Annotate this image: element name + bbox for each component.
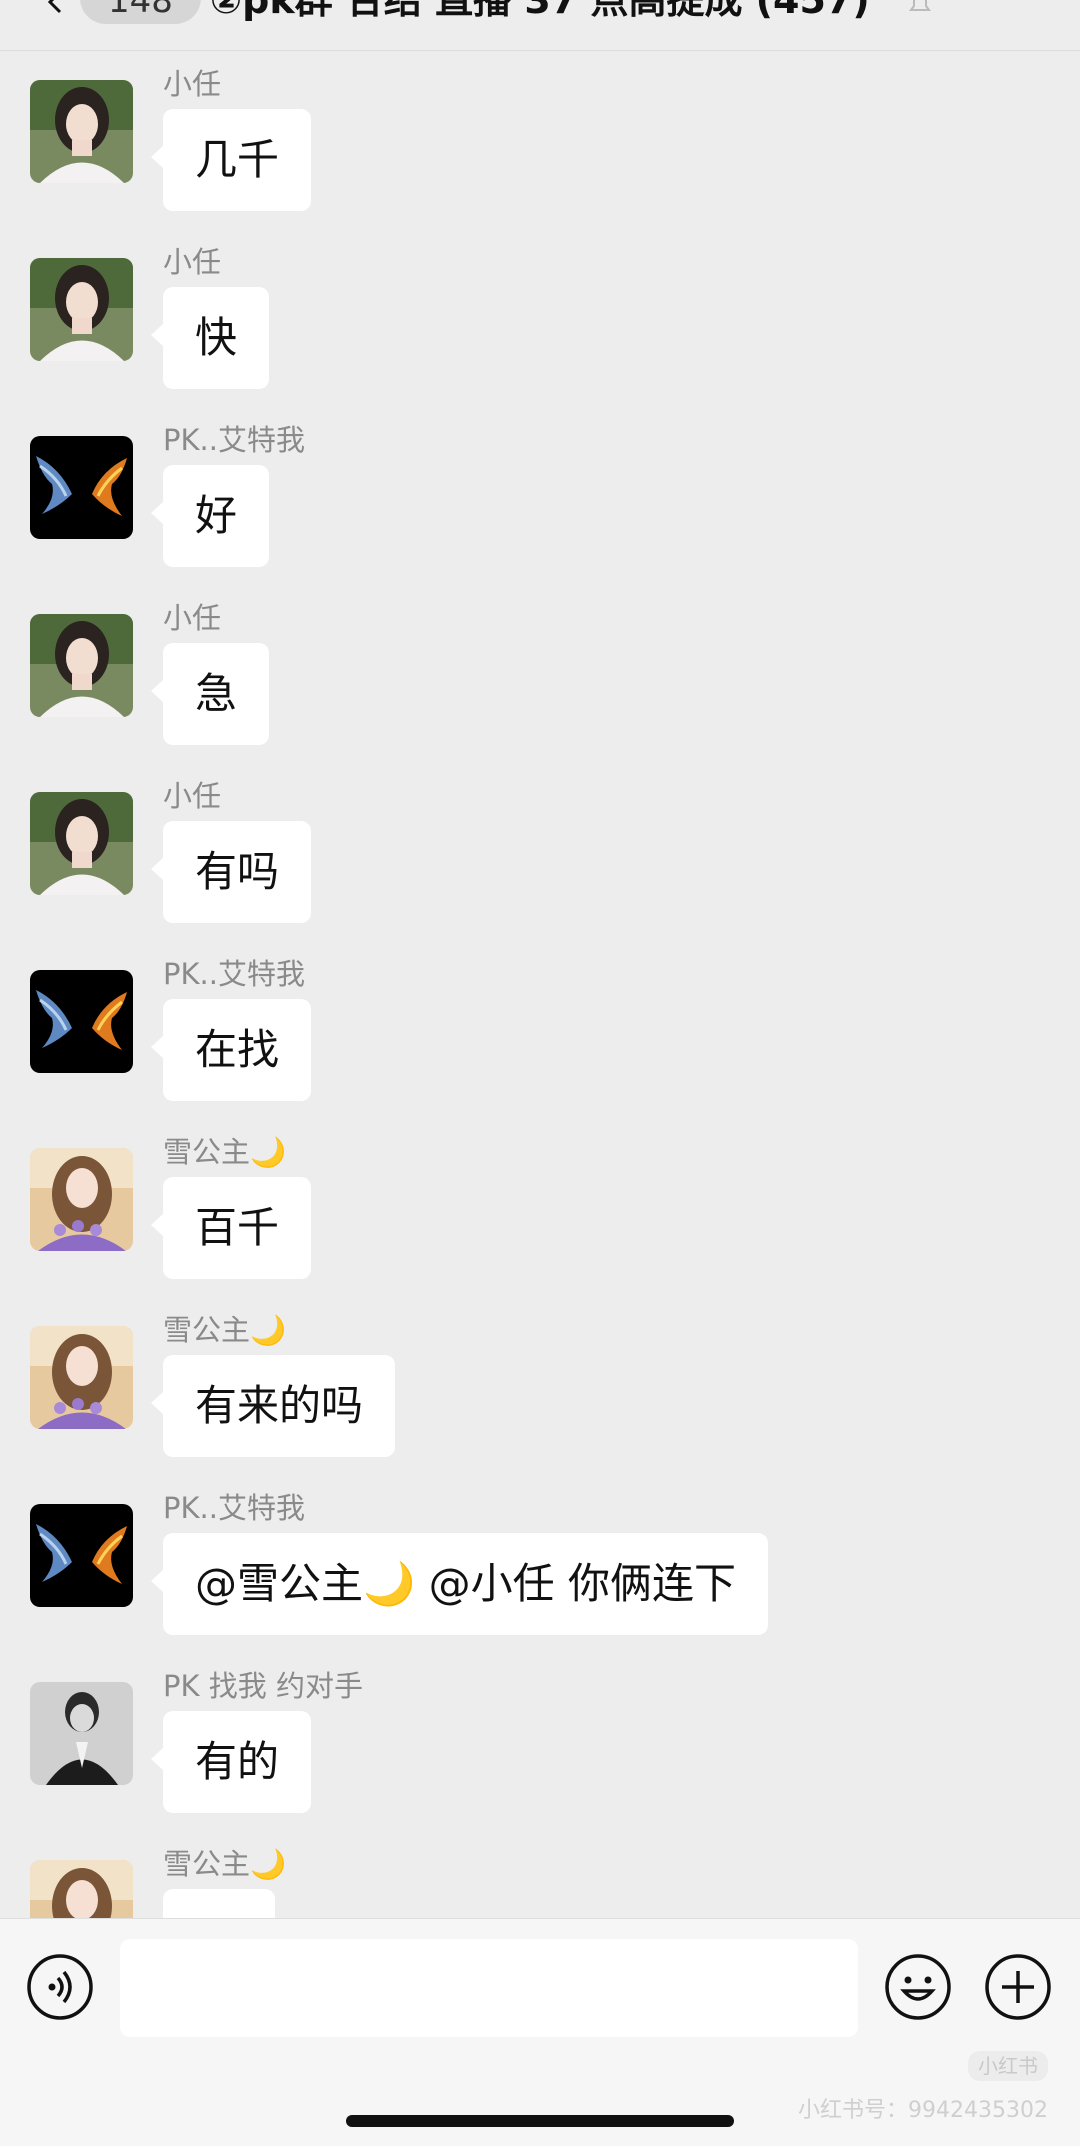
message-bubble[interactable]: 快: [150, 287, 270, 389]
message-bubble[interactable]: 几千: [150, 109, 312, 211]
home-indicator[interactable]: [346, 2115, 734, 2127]
message-bubble[interactable]: 好: [150, 465, 270, 567]
crescent-moon-emoji: 🌙: [250, 1847, 287, 1881]
sender-avatar[interactable]: [30, 792, 133, 895]
sender-avatar[interactable]: [30, 1504, 133, 1607]
crescent-moon-emoji: 🌙: [250, 1135, 287, 1169]
message-bubble[interactable]: 有吗: [150, 821, 312, 923]
sender-avatar[interactable]: [30, 1326, 133, 1429]
message-bubble[interactable]: 在找: [150, 999, 312, 1101]
emoji-icon[interactable]: [884, 1953, 952, 2021]
watermark-logo: 小红书: [968, 2051, 1048, 2081]
sender-name: 小任: [163, 67, 222, 101]
message-bubble[interactable]: @雪公主🌙 @小任 你俩连下: [150, 1533, 769, 1635]
sender-avatar[interactable]: [30, 258, 133, 361]
sender-name: PK..艾特我: [163, 423, 305, 457]
sender-name: 小任: [163, 245, 222, 279]
plus-icon[interactable]: [984, 1953, 1052, 2021]
sender-name-text: 雪公主: [163, 1135, 251, 1169]
sender-name-text: 雪公主: [163, 1847, 251, 1881]
sender-name: 雪公主🌙: [163, 1134, 286, 1170]
sender-avatar[interactable]: [30, 80, 133, 183]
group-title: ②pk群 合结 直播 37 点高提成 (457): [210, 0, 870, 22]
sender-name: 小任: [163, 601, 222, 635]
crescent-moon-emoji: 🌙: [250, 1313, 287, 1347]
sender-avatar[interactable]: [30, 970, 133, 1073]
sender-avatar[interactable]: [30, 1682, 133, 1785]
voice-icon[interactable]: [26, 1953, 94, 2021]
sender-name: PK 找我 约对手: [163, 1669, 363, 1703]
message-input[interactable]: [120, 1939, 858, 2037]
message-bubble[interactable]: 有来的吗: [150, 1355, 396, 1457]
message-text: @小任 你俩连下: [415, 1559, 737, 1608]
mute-bell-icon: [909, 0, 931, 11]
sender-name: 雪公主🌙: [163, 1312, 286, 1348]
mention-text[interactable]: @雪公主: [195, 1559, 363, 1608]
sender-name: PK..艾特我: [163, 957, 305, 991]
sender-name: 小任: [163, 779, 222, 813]
message-bubble[interactable]: 急: [150, 643, 270, 745]
message-bubble[interactable]: 百千: [150, 1177, 312, 1279]
message-bubble[interactable]: 有的: [150, 1711, 312, 1813]
sender-name-text: 雪公主: [163, 1313, 251, 1347]
sender-avatar[interactable]: [30, 1148, 133, 1251]
unread-count-badge[interactable]: 148: [80, 0, 201, 24]
chat-input-bar: 小红书 小红书号：9942435302: [0, 1918, 1080, 2146]
sender-avatar[interactable]: [30, 436, 133, 539]
chat-header: 148 ②pk群 合结 直播 37 点高提成 (457): [0, 0, 1080, 51]
watermark-id: 小红书号：9942435302: [798, 2098, 1048, 2123]
sender-name: 雪公主🌙: [163, 1846, 286, 1882]
crescent-moon-emoji: 🌙: [363, 1559, 416, 1608]
sender-avatar[interactable]: [30, 614, 133, 717]
back-chevron-icon[interactable]: [44, 0, 68, 14]
sender-name: PK..艾特我: [163, 1491, 305, 1525]
